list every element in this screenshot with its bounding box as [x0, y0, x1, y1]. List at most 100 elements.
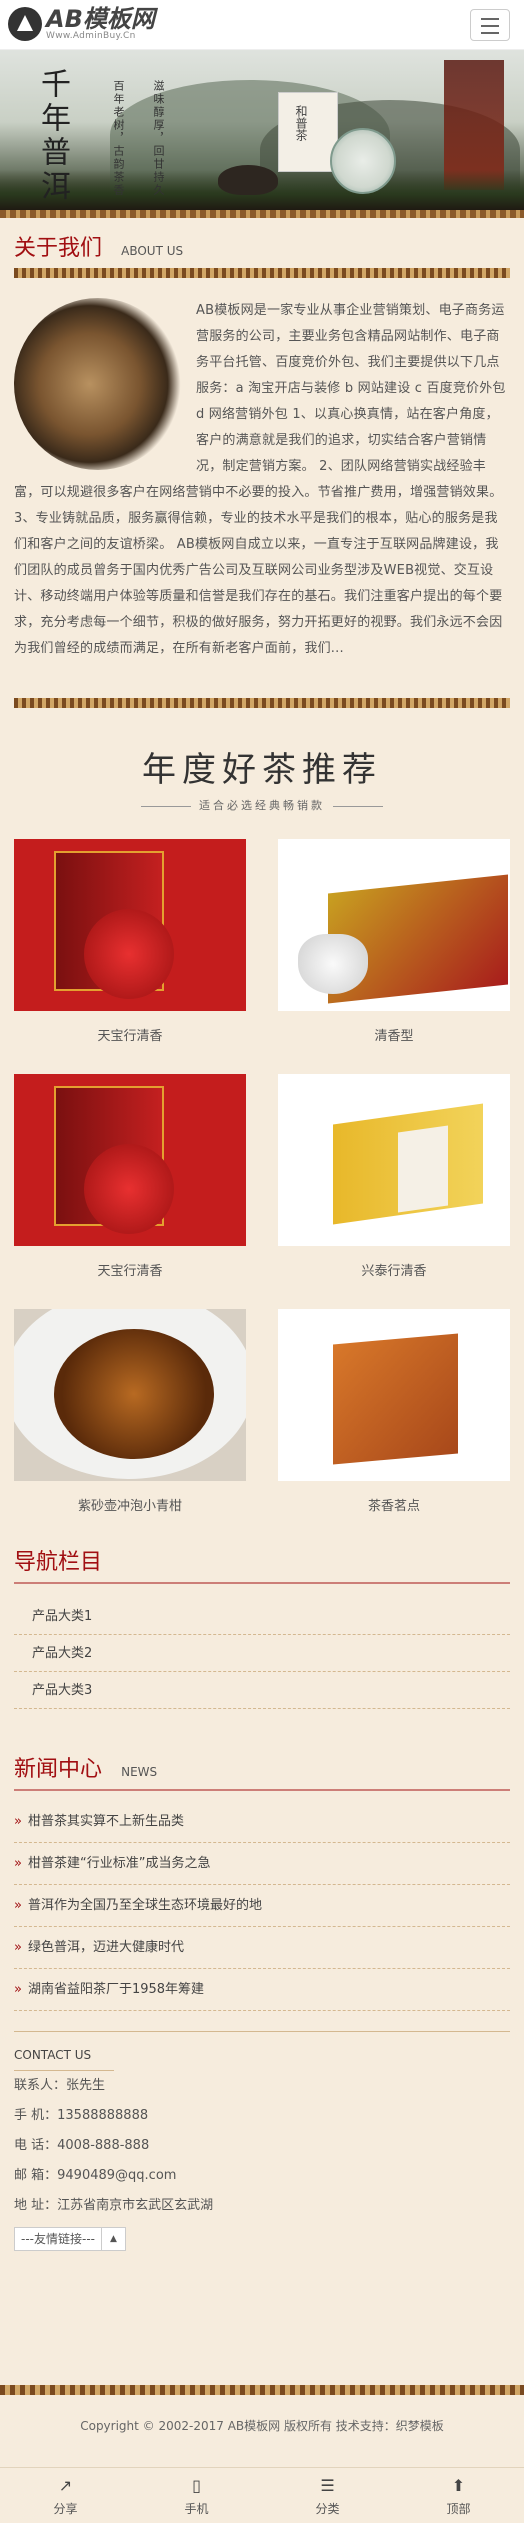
news-item[interactable]: » 湖南省益阳茶厂于1958年筹建	[14, 1969, 510, 2011]
about-section: AB模板网是一家专业从事企业营销策划、电子商务运营服务的公司，主要业务包含精品网…	[14, 298, 510, 662]
arrow-icon: »	[14, 1982, 22, 1997]
copyright: Copyright © 2002-2017 AB模板网 版权所有 技术支持：织梦…	[80, 2419, 444, 2433]
product-image[interactable]	[278, 839, 510, 1011]
news-link[interactable]: 普洱作为全国乃至全球生态环境最好的地	[28, 1898, 262, 1913]
logo[interactable]: AB模板网 Www.AdminBuy.Cn	[8, 7, 155, 41]
product-image[interactable]	[14, 1309, 246, 1481]
product-name[interactable]: 天宝行清香	[14, 1025, 246, 1044]
banner-text: 百年老树，古韵茶香	[112, 80, 125, 197]
arrow-icon: »	[14, 1940, 22, 1955]
tea-heading: 年度好茶推荐 适合必选经典畅销款	[0, 742, 524, 813]
nav-item[interactable]: 产品大类3	[14, 1672, 510, 1709]
product-card[interactable]: 兴泰行清香	[278, 1074, 510, 1279]
tab-category[interactable]: ☰ 分类	[262, 2468, 393, 2523]
arrow-icon: »	[14, 1814, 22, 1829]
top-icon: ⬆	[451, 2476, 466, 2495]
product-box	[333, 1333, 458, 1465]
decor-band	[0, 210, 524, 218]
site-header: AB模板网 Www.AdminBuy.Cn	[0, 0, 524, 50]
product-name[interactable]: 天宝行清香	[14, 1260, 246, 1279]
about-heading: 关于我们 ABOUT US	[14, 218, 510, 262]
tab-mobile[interactable]: ▯ 手机	[131, 2468, 262, 2523]
product-image[interactable]	[14, 1074, 246, 1246]
contact-address: 地 址：江苏省南京市玄武区玄武湖	[14, 2198, 214, 2213]
tab-label: 分类	[315, 2502, 340, 2516]
news-item[interactable]: » 普洱作为全国乃至全球生态环境最好的地	[14, 1885, 510, 1927]
product-card[interactable]: 天宝行清香	[14, 1074, 246, 1279]
tea-title: 年度好茶推荐	[142, 750, 382, 790]
product-tea	[54, 1329, 214, 1459]
banner[interactable]: 千年普洱 百年老树，古韵茶香 滋味醇厚，回甘持久 和普茶	[0, 50, 524, 210]
news-title-en: NEWS	[121, 1765, 158, 1779]
nav-rule	[14, 1582, 510, 1584]
about-image	[14, 298, 182, 470]
product-wrap	[398, 1125, 448, 1213]
caret-up-icon: ▲	[100, 2228, 125, 2250]
product-card[interactable]: 茶香茗点	[278, 1309, 510, 1514]
banner-title: 千年普洱	[35, 68, 70, 204]
tab-label: 手机	[184, 2502, 209, 2516]
contact-email: 邮 箱：9490489@qq.com	[14, 2168, 177, 2183]
banner-tea-cake	[330, 128, 396, 194]
news-rule	[14, 1789, 510, 1791]
product-name[interactable]: 茶香茗点	[278, 1495, 510, 1514]
contact-section: CONTACT US 联系人：张先生 手 机：13588888888 电 话：4…	[14, 2031, 510, 2251]
menu-button[interactable]	[470, 9, 510, 41]
about-title-en: ABOUT US	[121, 244, 184, 258]
contact-title: CONTACT US	[14, 2048, 114, 2071]
news-link[interactable]: 湖南省益阳茶厂于1958年筹建	[28, 1982, 204, 1997]
banner-teapot	[218, 165, 278, 195]
banner-tea-card: 和普茶	[278, 92, 338, 172]
product-name[interactable]: 清香型	[278, 1025, 510, 1044]
product-image[interactable]	[14, 839, 246, 1011]
news-link[interactable]: 柑普茶其实算不上新生品类	[28, 1814, 184, 1829]
nav-list: 产品大类1 产品大类2 产品大类3	[14, 1598, 510, 1709]
news-item[interactable]: » 柑普茶其实算不上新生品类	[14, 1801, 510, 1843]
tab-top[interactable]: ⬆ 顶部	[393, 2468, 524, 2523]
product-grid: 天宝行清香 清香型 天宝行清香 兴泰行清香 紫砂壶冲泡小青柑 茶香茗点	[14, 839, 510, 1544]
banner-text: 滋味醇厚，回甘持久	[152, 80, 165, 197]
banner-card-text: 和普茶	[294, 105, 308, 141]
logo-main-text: AB模板网	[46, 5, 155, 33]
product-name[interactable]: 兴泰行清香	[278, 1260, 510, 1279]
tab-label: 顶部	[446, 2502, 471, 2516]
about-title[interactable]: 关于我们	[14, 236, 102, 261]
product-cup	[298, 934, 368, 994]
product-name[interactable]: 紫砂壶冲泡小青柑	[14, 1495, 246, 1514]
hamburger-line	[481, 32, 499, 34]
product-jar	[84, 909, 174, 999]
product-image[interactable]	[278, 1074, 510, 1246]
tab-share[interactable]: ↗ 分享	[0, 2468, 131, 2523]
product-card[interactable]: 紫砂壶冲泡小青柑	[14, 1309, 246, 1514]
hamburger-line	[481, 25, 499, 27]
category-icon: ☰	[320, 2476, 335, 2495]
news-item[interactable]: » 柑普茶建“行业标准”成当务之急	[14, 1843, 510, 1885]
nav-item[interactable]: 产品大类2	[14, 1635, 510, 1672]
arrow-icon: »	[14, 1856, 22, 1871]
product-card[interactable]: 清香型	[278, 839, 510, 1044]
news-link[interactable]: 绿色普洱，迈进大健康时代	[28, 1940, 184, 1955]
tab-label: 分享	[53, 2502, 78, 2516]
share-icon: ↗	[58, 2476, 73, 2495]
mobile-icon: ▯	[192, 2476, 201, 2495]
news-item[interactable]: » 绿色普洱，迈进大健康时代	[14, 1927, 510, 1969]
hamburger-icon	[481, 18, 499, 20]
nav-title: 导航栏目	[14, 1550, 103, 1575]
contact-mobile: 手 机：13588888888	[14, 2108, 149, 2123]
product-jar	[84, 1144, 174, 1234]
friend-link-select[interactable]: ---友情链接--- ▲	[14, 2227, 126, 2251]
logo-mark-icon	[8, 7, 42, 41]
contact-phone: 电 话：4008-888-888	[14, 2138, 150, 2153]
tea-subtitle: 适合必选经典畅销款	[0, 797, 524, 813]
decor-rule	[14, 698, 510, 708]
product-card[interactable]: 天宝行清香	[14, 839, 246, 1044]
contact-person: 联系人：张先生	[14, 2078, 106, 2093]
nav-heading: 导航栏目	[14, 1544, 510, 1576]
bottom-toolbar: ↗ 分享 ▯ 手机 ☰ 分类 ⬆ 顶部	[0, 2467, 524, 2523]
news-heading: 新闻中心 NEWS	[14, 1739, 510, 1783]
news-link[interactable]: 柑普茶建“行业标准”成当务之急	[28, 1856, 210, 1871]
nav-item[interactable]: 产品大类1	[14, 1598, 510, 1635]
decor-rule	[14, 268, 510, 278]
product-image[interactable]	[278, 1309, 510, 1481]
news-title[interactable]: 新闻中心	[14, 1757, 102, 1782]
